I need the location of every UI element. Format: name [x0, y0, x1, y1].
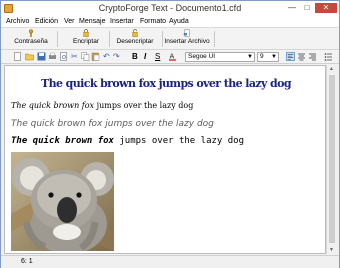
copy-icon[interactable] [81, 52, 90, 61]
password-label: Contraseña [14, 38, 48, 45]
text-color-icon[interactable]: A [168, 52, 177, 61]
decrypt-label: Desencriptar [116, 38, 154, 45]
document-line: The quick brown fox jumps over the lazy … [11, 136, 244, 146]
menu-insertar[interactable]: Insertar [110, 18, 134, 25]
align-center-icon[interactable] [297, 52, 306, 61]
scroll-down-icon[interactable]: ▼ [329, 247, 334, 253]
document-line: The quick brown fox jumps over the lazy … [11, 101, 193, 110]
menu-bar: Archivo Edición Ver Mensaje Insertar For… [1, 16, 339, 28]
font-size-value: 9 [260, 53, 264, 60]
toolbar-divider [57, 31, 58, 47]
menu-formato[interactable]: Formato [140, 18, 166, 25]
document-text-regular: jumps over the lazy dog [113, 136, 244, 146]
close-button[interactable]: ✕ [315, 3, 337, 13]
bullet-list-icon[interactable] [324, 52, 333, 61]
vertical-scrollbar[interactable]: ▲ ▼ [326, 65, 336, 254]
menu-mensaje[interactable]: Mensaje [79, 18, 105, 25]
italic-button[interactable]: I [144, 51, 146, 62]
menu-edicion[interactable]: Edición [35, 18, 58, 25]
toolbar-divider [109, 31, 110, 47]
align-right-icon[interactable] [308, 52, 317, 61]
document-text-italic: The quick brown fox [11, 101, 95, 110]
app-window: CryptoForge Text - Documento1.cfd — □ ✕ … [0, 0, 340, 268]
document-line: The quick brown fox jumps over the lazy … [11, 119, 214, 129]
document-text-regular: jumps over the lazy dog [94, 101, 194, 110]
print-preview-icon[interactable] [59, 52, 68, 61]
font-family-select[interactable]: Segoe UI ▼ [185, 52, 255, 62]
command-toolbar: Contraseña Encriptar Desencriptar Insert… [1, 28, 339, 50]
menu-ayuda[interactable]: Ayuda [169, 18, 189, 25]
cursor-position: 6: 1 [21, 258, 33, 265]
encrypt-button[interactable]: Encriptar [67, 29, 105, 49]
key-icon [28, 29, 34, 37]
scroll-up-icon[interactable]: ▲ [329, 66, 334, 72]
bold-button[interactable]: B [132, 51, 138, 62]
open-folder-icon[interactable] [25, 52, 34, 61]
maximize-button[interactable]: □ [301, 3, 313, 13]
menu-ver[interactable]: Ver [64, 18, 75, 25]
encrypt-label: Encriptar [72, 38, 99, 45]
decrypt-button[interactable]: Desencriptar [111, 29, 159, 49]
unlock-icon [132, 29, 138, 37]
password-button[interactable]: Contraseña [9, 29, 53, 49]
file-insert-icon [183, 29, 190, 37]
format-toolbar: ✂ ↶ ↷ B I S A Segoe UI ▼ 9 ▼ [1, 50, 339, 64]
document-heading: The quick brown fox jumps over the lazy … [41, 77, 291, 90]
minimize-button[interactable]: — [286, 3, 298, 13]
title-bar: CryptoForge Text - Documento1.cfd — □ ✕ [1, 1, 339, 16]
underline-button[interactable]: S [155, 51, 160, 62]
insert-file-button[interactable]: Insertar Archivo [163, 29, 211, 49]
lock-icon [83, 29, 89, 37]
toolbar-divider [214, 31, 215, 47]
font-size-select[interactable]: 9 ▼ [257, 52, 279, 62]
status-bar: 6: 1 [1, 255, 339, 268]
koala-photo [11, 152, 114, 251]
save-icon[interactable] [37, 52, 46, 61]
font-family-value: Segoe UI [188, 53, 216, 60]
new-document-icon[interactable] [13, 52, 22, 61]
document-text-bold-italic: The quick brown fox [11, 136, 114, 146]
redo-icon[interactable]: ↷ [113, 51, 120, 62]
insert-file-label: Insertar Archivo [164, 38, 210, 45]
svg-text:A: A [170, 53, 175, 61]
chevron-down-icon: ▼ [271, 54, 277, 60]
menu-archivo[interactable]: Archivo [6, 18, 29, 25]
chevron-down-icon: ▼ [247, 54, 253, 60]
cut-icon[interactable]: ✂ [71, 51, 78, 62]
document-editor[interactable]: The quick brown fox jumps over the lazy … [4, 65, 326, 254]
paste-icon[interactable] [91, 52, 100, 61]
undo-icon[interactable]: ↶ [103, 51, 110, 62]
scrollbar-thumb[interactable] [329, 75, 335, 243]
align-left-icon[interactable] [286, 52, 295, 61]
print-icon[interactable] [48, 52, 57, 61]
